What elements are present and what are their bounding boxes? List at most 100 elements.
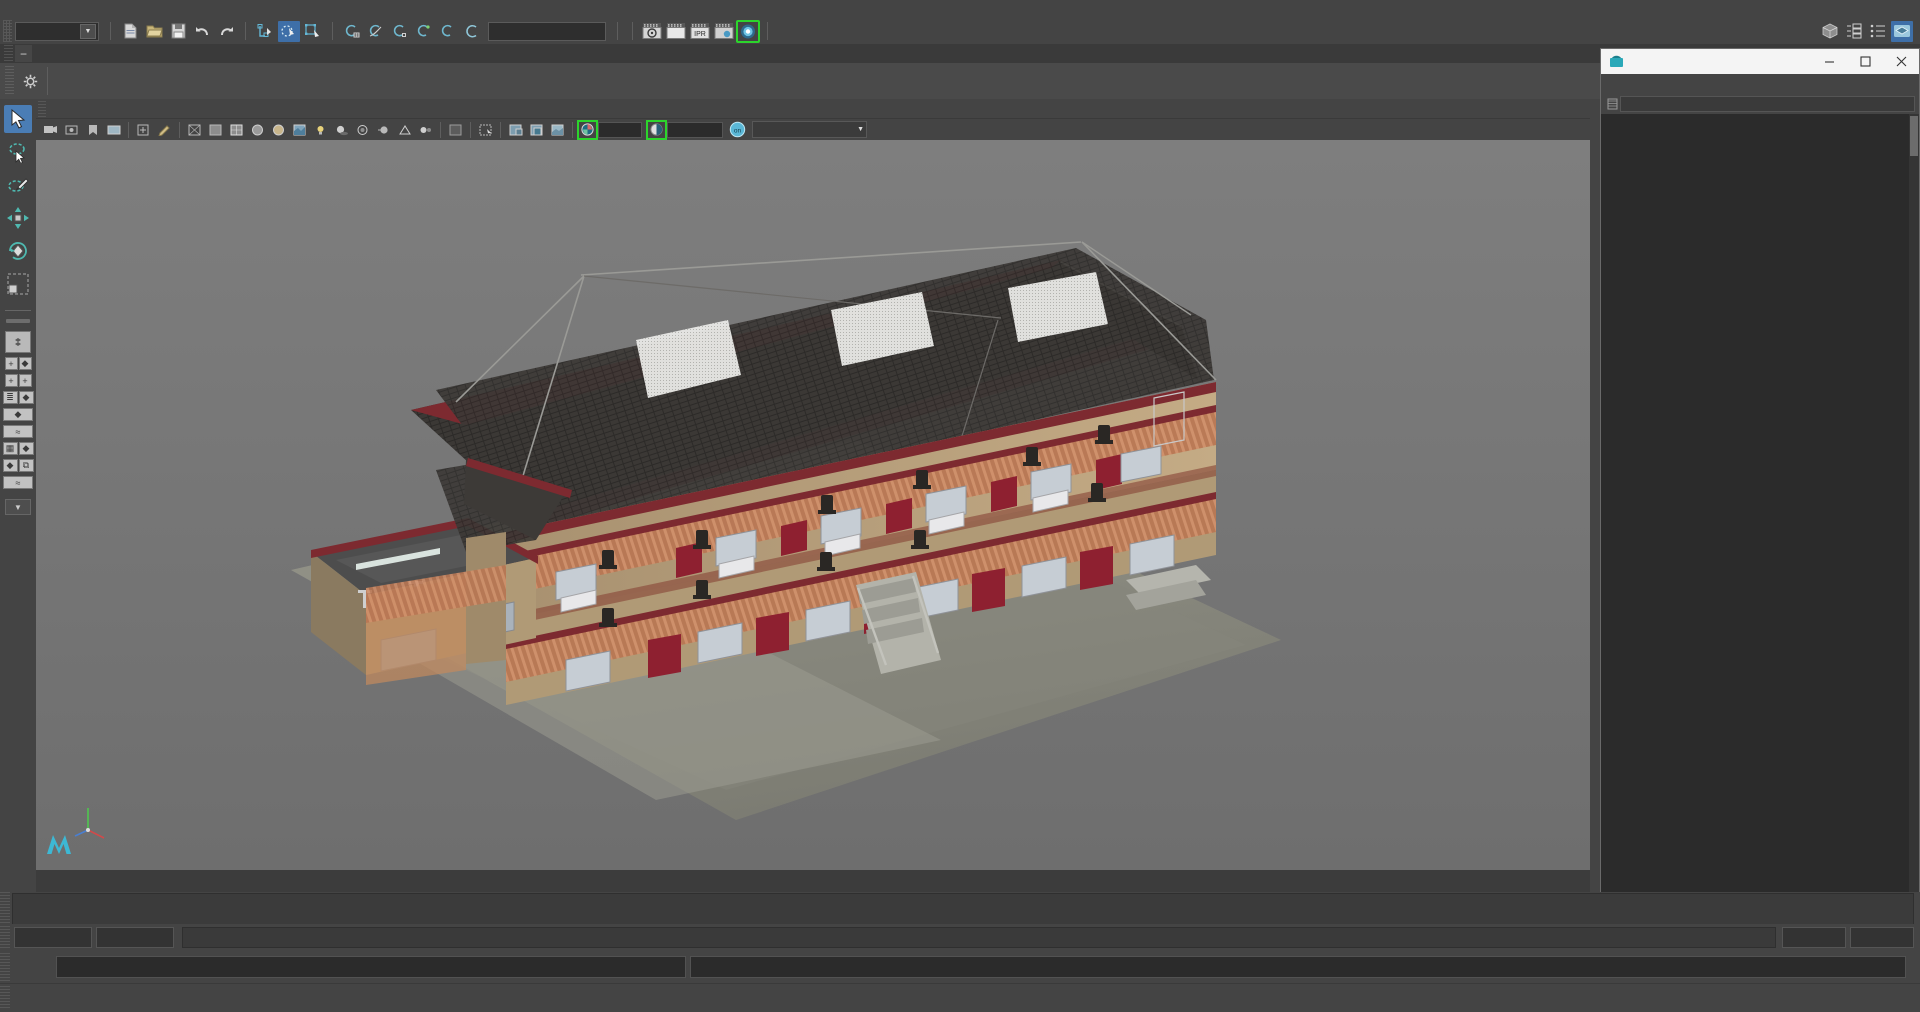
scale-tool[interactable] [4, 270, 32, 298]
filter-icon[interactable] [1605, 96, 1620, 112]
new-scene-icon[interactable] [119, 21, 141, 42]
lasso-select-tool[interactable] [4, 138, 32, 166]
outliner-tree[interactable] [1601, 114, 1919, 957]
two-pane-split-layout[interactable]: + [4, 374, 18, 387]
shaded-material-icon[interactable] [269, 121, 288, 139]
gamma-icon[interactable] [646, 119, 667, 140]
ipr-render-icon[interactable]: IPR [689, 21, 711, 42]
hypershade-persp-layout[interactable]: ▦ [2, 442, 18, 455]
three-pane-layout[interactable]: + [18, 374, 32, 387]
gear-icon[interactable] [18, 69, 42, 93]
undo-icon[interactable] [191, 21, 213, 42]
use-default-material-icon[interactable] [248, 121, 267, 139]
chevron-down-icon[interactable]: ▼ [80, 23, 96, 39]
hypershade-icon[interactable] [736, 19, 760, 43]
grease-pencil-icon[interactable] [155, 121, 174, 139]
smooth-shade-wireframe-icon[interactable] [227, 121, 246, 139]
move-tool[interactable] [4, 204, 32, 232]
time-slider-track[interactable] [12, 893, 1914, 925]
select-by-hierarchy-icon[interactable] [254, 21, 276, 42]
maximize-button[interactable] [1847, 49, 1883, 74]
viewport-menu-grip[interactable] [38, 100, 46, 117]
layout-more-button[interactable]: ▼ [5, 499, 31, 515]
persp-view-layout[interactable]: ◆ [18, 357, 32, 370]
range-slider-bar[interactable] [182, 927, 1776, 948]
save-scene-icon[interactable] [167, 21, 189, 42]
depth-of-field-icon[interactable] [416, 121, 435, 139]
two-dimensional-pan-zoom-icon[interactable] [134, 121, 153, 139]
bookmark-icon[interactable] [83, 121, 102, 139]
use-all-lights-icon[interactable] [311, 121, 330, 139]
statusline-grip[interactable] [3, 20, 12, 42]
outliner-persp-layout[interactable]: ≣ [2, 391, 18, 404]
motion-blur-icon[interactable] [374, 121, 393, 139]
paint-select-tool[interactable] [4, 171, 32, 199]
smooth-shade-all-icon[interactable] [206, 121, 225, 139]
select-by-component-type-icon[interactable] [302, 21, 324, 42]
view-transform-toggle-icon[interactable]: on [728, 121, 747, 139]
close-button[interactable] [1883, 49, 1919, 74]
snap-to-view-plane-icon[interactable] [437, 21, 459, 42]
open-scene-icon[interactable] [143, 21, 165, 42]
command-input-field[interactable] [56, 956, 686, 978]
snap-to-projected-center-icon[interactable] [413, 21, 435, 42]
render-sequence-icon[interactable] [665, 21, 687, 42]
graph-editor-layout[interactable]: ≈ [3, 425, 33, 438]
view-transform-selector[interactable]: ▼ [752, 121, 867, 138]
snap-to-point-icon[interactable] [389, 21, 411, 42]
live-surface-field[interactable] [488, 21, 606, 41]
persp-only-layout[interactable]: ◆ [18, 391, 34, 404]
outliner-persp-graph-layout[interactable]: ≈ [3, 476, 33, 489]
animation-end-time-field[interactable] [1850, 927, 1914, 948]
isolate-select-icon[interactable] [446, 121, 465, 139]
exposure-field[interactable] [598, 121, 642, 138]
four-view-layout[interactable]: + [4, 357, 18, 370]
render-settings-icon[interactable] [713, 21, 735, 42]
show-hide-modeling-toolkit-icon[interactable] [1819, 21, 1841, 42]
gamma-reset-icon[interactable] [527, 121, 546, 139]
shadows-icon[interactable] [332, 121, 351, 139]
snap-to-grid-icon[interactable] [341, 21, 363, 42]
show-hide-attribute-editor-icon[interactable] [1843, 21, 1865, 42]
outliner-vertical-scrollbar[interactable] [1909, 114, 1919, 957]
animation-start-time-field[interactable] [14, 927, 92, 948]
xray-mode-icon[interactable] [476, 121, 495, 139]
viewport-3d-canvas[interactable] [36, 140, 1590, 870]
camera-attributes-icon[interactable] [62, 121, 81, 139]
exposure-icon[interactable] [577, 119, 598, 140]
range-slider-grip[interactable] [0, 925, 10, 950]
show-hide-channel-box-icon[interactable] [1891, 20, 1913, 42]
range-end-time-field[interactable] [1782, 927, 1846, 948]
select-tool[interactable] [4, 105, 32, 133]
textured-icon[interactable] [290, 121, 309, 139]
scrollbar-thumb[interactable] [1910, 116, 1918, 156]
snap-to-curve-icon[interactable] [365, 21, 387, 42]
select-camera-icon[interactable] [41, 121, 60, 139]
select-by-object-type-icon[interactable] [278, 20, 300, 42]
exposure-reset-icon[interactable] [506, 121, 525, 139]
render-current-frame-icon[interactable] [641, 21, 663, 42]
shelf-collapse-button[interactable]: − [15, 45, 32, 62]
time-slider-grip[interactable] [0, 892, 10, 924]
command-line-grip[interactable] [0, 953, 10, 981]
single-perspective-view-layout[interactable] [5, 331, 31, 353]
make-live-icon[interactable] [461, 21, 483, 42]
persp-graph-editor-layout[interactable]: ◆ [3, 408, 33, 421]
rotate-tool[interactable] [4, 237, 32, 265]
screen-space-ambient-occlusion-icon[interactable] [353, 121, 372, 139]
persp-hyper-layout[interactable]: ◆ [18, 442, 34, 455]
outliner-search-input[interactable] [1620, 96, 1915, 112]
trax-editor-layout[interactable]: ⧉ [18, 459, 34, 472]
redo-icon[interactable] [215, 21, 237, 42]
chevron-down-icon[interactable]: ▼ [857, 126, 864, 133]
gamma-field[interactable] [667, 121, 723, 138]
outliner-title-bar[interactable] [1601, 49, 1919, 74]
shelf-tab-grip[interactable] [4, 45, 13, 62]
menu-set-selector[interactable]: ▼ [15, 21, 99, 41]
persp-trax-layout[interactable]: ◆ [2, 459, 18, 472]
multisample-anti-aliasing-icon[interactable] [395, 121, 414, 139]
range-start-time-field[interactable] [96, 927, 174, 948]
shelf-grip[interactable] [5, 66, 14, 96]
show-hide-tool-settings-icon[interactable] [1867, 21, 1889, 42]
color-management-toggle-icon[interactable] [548, 121, 567, 139]
